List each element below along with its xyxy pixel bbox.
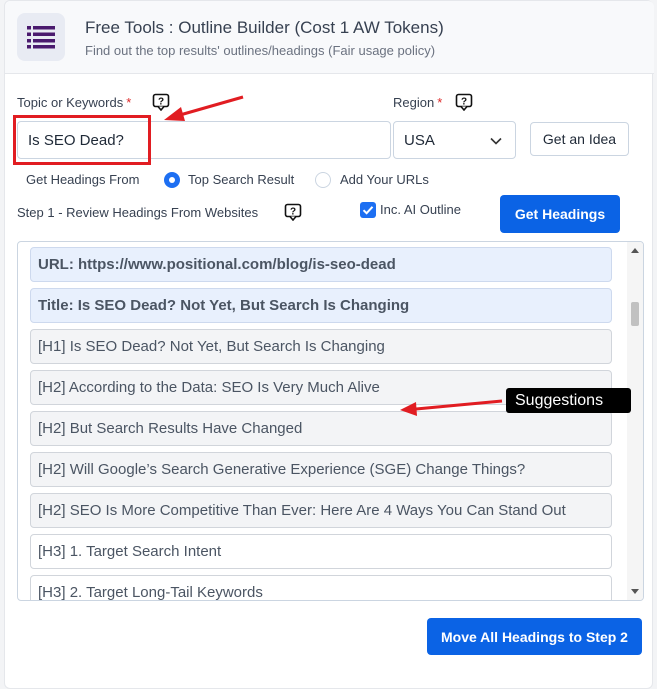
help-icon[interactable]: ? bbox=[455, 93, 473, 111]
suggestions-tooltip: Suggestions bbox=[506, 388, 631, 413]
heading-tag: [H3] bbox=[38, 584, 66, 601]
heading-meta-row[interactable]: Title: Is SEO Dead? Not Yet, But Search … bbox=[30, 288, 612, 323]
region-value: USA bbox=[404, 132, 435, 149]
heading-text: 1. Target Search Intent bbox=[69, 543, 222, 560]
svg-text:?: ? bbox=[461, 96, 467, 107]
heading-tag: [H1] bbox=[38, 338, 66, 355]
heading-row[interactable]: [H3] 2. Target Long-Tail Keywords bbox=[30, 575, 612, 601]
heading-tag: [H2] bbox=[38, 461, 66, 478]
heading-text: But Search Results Have Changed bbox=[69, 420, 303, 437]
required-mark: * bbox=[126, 95, 132, 110]
ai-outline-checkbox[interactable] bbox=[360, 202, 376, 218]
svg-text:?: ? bbox=[158, 96, 164, 107]
get-an-idea-button[interactable]: Get an Idea bbox=[530, 122, 629, 156]
required-mark: * bbox=[437, 95, 443, 110]
heading-text: Title: Is SEO Dead? Not Yet, But Search … bbox=[38, 297, 410, 314]
heading-tag: [H2] bbox=[38, 502, 66, 519]
list-icon bbox=[27, 26, 55, 49]
heading-text: Will Google’s Search Generative Experien… bbox=[69, 461, 526, 478]
get-headings-button[interactable]: Get Headings bbox=[500, 195, 620, 233]
page-title: Free Tools : Outline Builder (Cost 1 AW … bbox=[85, 18, 444, 37]
heading-tag: [H2] bbox=[38, 379, 66, 396]
tool-header: Free Tools : Outline Builder (Cost 1 AW … bbox=[5, 1, 654, 74]
heading-text: Is SEO Dead? Not Yet, But Search Is Chan… bbox=[69, 338, 385, 355]
region-select[interactable]: USA bbox=[393, 121, 516, 159]
heading-row[interactable]: [H1] Is SEO Dead? Not Yet, But Search Is… bbox=[30, 329, 612, 364]
logo bbox=[17, 13, 65, 61]
help-icon[interactable]: ? bbox=[284, 203, 302, 221]
get-headings-from-label: Get Headings From bbox=[26, 172, 140, 187]
heading-text: URL: https://www.positional.com/blog/is-… bbox=[38, 256, 396, 273]
heading-text: According to the Data: SEO Is Very Much … bbox=[68, 379, 380, 396]
top-search-result-label[interactable]: Top Search Result bbox=[188, 172, 294, 187]
heading-tag: [H2] bbox=[38, 420, 66, 437]
heading-meta-row[interactable]: URL: https://www.positional.com/blog/is-… bbox=[30, 247, 612, 282]
topic-label: Topic or Keywords * bbox=[17, 95, 132, 110]
heading-text: 2. Target Long-Tail Keywords bbox=[69, 584, 263, 601]
move-all-headings-button[interactable]: Move All Headings to Step 2 bbox=[427, 618, 642, 655]
heading-row[interactable]: [H2] Will Google’s Search Generative Exp… bbox=[30, 452, 612, 487]
outline-builder-card: Free Tools : Outline Builder (Cost 1 AW … bbox=[4, 0, 654, 689]
heading-row[interactable]: [H2] SEO Is More Competitive Than Ever: … bbox=[30, 493, 612, 528]
annotation-highlight-box bbox=[13, 115, 151, 165]
scroll-down-arrow-icon[interactable] bbox=[631, 589, 639, 594]
heading-text: SEO Is More Competitive Than Ever: Here … bbox=[69, 502, 566, 519]
step1-label: Step 1 - Review Headings From Websites bbox=[17, 205, 259, 220]
scroll-thumb[interactable] bbox=[631, 302, 639, 326]
page-subtitle: Find out the top results' outlines/headi… bbox=[85, 43, 436, 58]
radio-add-your-urls[interactable] bbox=[315, 172, 331, 188]
chevron-down-icon bbox=[490, 137, 502, 145]
svg-text:?: ? bbox=[290, 206, 296, 217]
region-label: Region * bbox=[393, 95, 443, 110]
heading-row[interactable]: [H3] 1. Target Search Intent bbox=[30, 534, 612, 569]
heading-row[interactable]: [H2] But Search Results Have Changed bbox=[30, 411, 612, 446]
add-your-urls-label[interactable]: Add Your URLs bbox=[340, 172, 429, 187]
headings-list[interactable]: URL: https://www.positional.com/blog/is-… bbox=[17, 241, 644, 601]
scroll-up-arrow-icon[interactable] bbox=[631, 248, 639, 253]
heading-tag: [H3] bbox=[38, 543, 66, 560]
help-icon[interactable]: ? bbox=[152, 93, 170, 111]
checkmark-icon bbox=[362, 206, 374, 215]
ai-outline-label[interactable]: Inc. AI Outline bbox=[380, 202, 461, 217]
radio-top-search-result[interactable] bbox=[164, 172, 180, 188]
scrollbar[interactable] bbox=[627, 242, 643, 600]
